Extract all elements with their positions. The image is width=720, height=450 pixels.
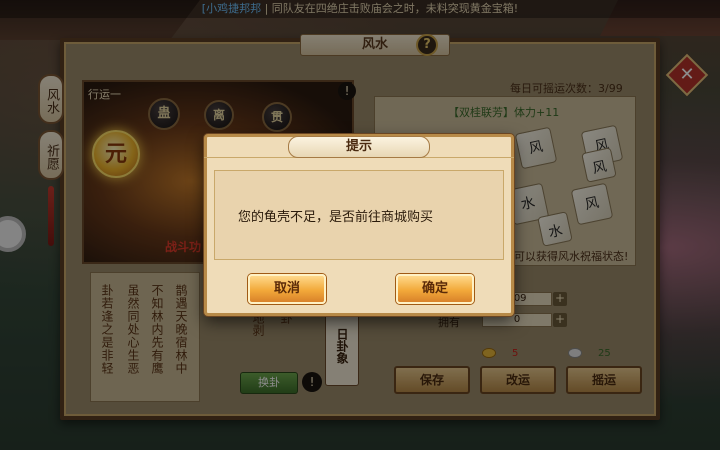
dialog-message: 您的龟壳不足，是否前往商城购买 — [238, 210, 434, 225]
confirm-button[interactable]: 确定 — [396, 274, 474, 304]
cancel-button[interactable]: 取消 — [248, 274, 326, 304]
dialog-title: 提示 — [288, 136, 430, 158]
